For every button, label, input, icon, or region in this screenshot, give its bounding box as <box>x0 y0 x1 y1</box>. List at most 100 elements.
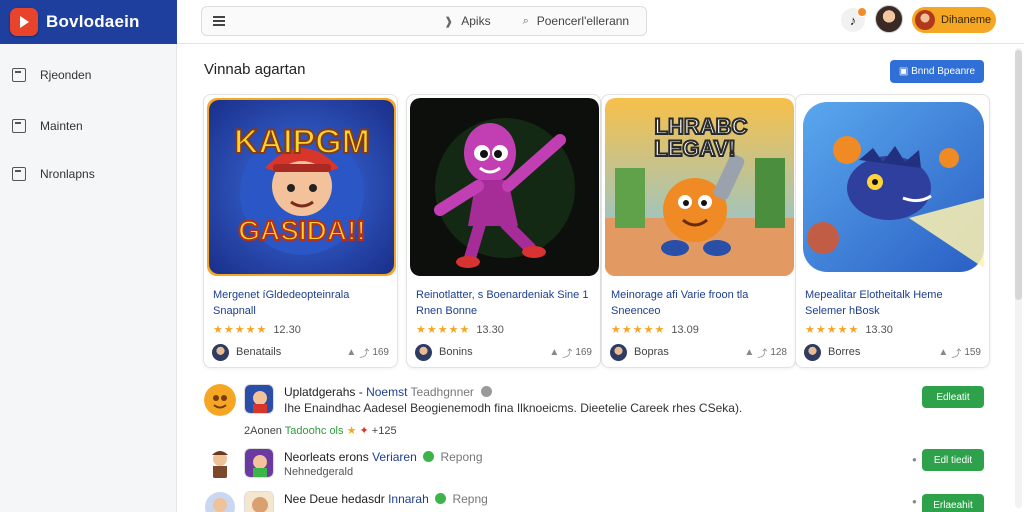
card-footer: Borres ▲ ⤴ 159 <box>804 343 981 361</box>
developer-name[interactable]: Borres <box>828 346 860 358</box>
game-art-image <box>410 98 599 276</box>
developer-name[interactable]: Bonins <box>439 346 473 358</box>
section-action-button[interactable]: ▣ Bnnd Bpeanre <box>890 60 984 83</box>
user-menu-button[interactable]: Dihaneme <box>912 7 996 33</box>
scrollbar[interactable] <box>1015 48 1022 508</box>
search-icon: ⌕ <box>522 14 529 27</box>
app-thumbnail <box>244 491 274 512</box>
download-count-value: 169 <box>575 346 592 358</box>
hamburger-menu-icon[interactable] <box>204 7 234 35</box>
card-footer: Bonins ▲ ⤴ 169 <box>415 343 592 361</box>
get-button[interactable]: Erlaeahit <box>922 494 984 512</box>
app-thumbnail <box>244 384 274 414</box>
list-item-subtitle: Nehnedgerald <box>284 466 354 478</box>
list-item-extra: Repng <box>452 492 488 506</box>
list-item-highlight[interactable]: Veriaren <box>372 450 417 464</box>
dot-icon: ● <box>912 497 917 506</box>
scrollbar-thumb[interactable] <box>1015 50 1022 300</box>
list-item-highlight[interactable]: Noemst <box>366 385 407 399</box>
search-filter-b[interactable]: ⌕ Poencerl'ellerann <box>523 14 630 28</box>
thumbs-up-icon: ▲ <box>744 346 755 358</box>
avatar[interactable] <box>875 5 903 33</box>
card-rating: ★★★★★ 13.30 <box>805 323 893 337</box>
notification-bell-icon[interactable]: ♪ <box>841 7 867 32</box>
list-item-description: Ihe Enaindhac Aadesel Beogienemodh fina … <box>284 401 743 415</box>
star-rating-icon: ★★★★★ <box>416 324 471 336</box>
download-count: ▲ ⤴ 169 <box>346 345 389 360</box>
game-art-image: KAIPGM GASIDA!! <box>207 98 396 276</box>
app-card[interactable]: Mepealitar Elotheitalk Heme Selemer hBos… <box>795 94 990 368</box>
star-rating-icon: ★★★★★ <box>611 324 666 336</box>
card-title[interactable]: Mepealitar Elotheitalk Heme Selemer hBos… <box>805 287 985 319</box>
square-icon <box>12 68 26 82</box>
sidebar-item-label: Mainten <box>40 119 83 133</box>
app-card[interactable]: Reinotlatter, s Boenardeniak Sine 1 Rnen… <box>406 94 601 368</box>
app-card[interactable]: KAIPGM GASIDA!! Mergenet íGldedeopteinra… <box>203 94 398 368</box>
get-button[interactable]: Edleatit <box>922 386 984 408</box>
card-rating: ★★★★★ 13.09 <box>611 323 699 337</box>
rating-value: 13.30 <box>865 323 893 336</box>
developer-name[interactable]: Benatails <box>236 346 281 358</box>
share-icon: ⤴ <box>757 348 768 360</box>
list-item-extra: Repong <box>440 450 483 464</box>
thumbs-up-icon: ▲ <box>549 346 560 358</box>
top-bar: ❱ Apiks ⌕ Poencerl'ellerann ♪ Dihaneme <box>177 0 1024 44</box>
search-filter-a[interactable]: ❱ Apiks <box>444 14 491 28</box>
app-card[interactable]: LHRABC LEGAV! Meinorage afi Varie froon … <box>601 94 796 368</box>
list-item-name: Uplatdgerahs - <box>284 385 363 399</box>
sidebar-item-1[interactable]: Rjeonden <box>12 65 91 85</box>
user-avatar <box>204 491 236 512</box>
bell-glyph: ♪ <box>849 12 857 28</box>
share-icon: ⤴ <box>951 348 962 360</box>
get-button[interactable]: Edl tiedit <box>922 449 984 471</box>
play-triangle-icon <box>10 8 38 36</box>
featured-cards: KAIPGM GASIDA!! Mergenet íGldedeopteinra… <box>203 94 990 370</box>
developer-avatar <box>610 343 627 361</box>
list-item-title[interactable]: Neorleats erons Veriaren Repong <box>284 450 483 464</box>
section-title: Vinnab agartan <box>204 61 306 78</box>
download-count: ▲ ⤴ 169 <box>549 345 592 360</box>
search-filter-a-label: Apiks <box>461 14 491 28</box>
list-item-title[interactable]: Uplatdgerahs - Noemst Teadhgnner <box>284 385 493 399</box>
meta-prefix: 2Aonen <box>244 425 282 437</box>
card-title[interactable]: Mergenet íGldedeopteinrala Snapnall <box>213 287 393 319</box>
sidebar-item-2[interactable]: Mainten <box>12 116 83 136</box>
card-rating: ★★★★★ 12.30 <box>213 323 301 337</box>
card-title[interactable]: Reinotlatter, s Boenardeniak Sine 1 Rnen… <box>416 287 596 319</box>
art-title-bottom: GASIDA!! <box>238 215 366 246</box>
list-item[interactable]: Uplatdgerahs - Noemst Teadhgnner Ihe Ena… <box>204 382 988 442</box>
search-bar[interactable]: ❱ Apiks ⌕ Poencerl'ellerann <box>201 6 647 36</box>
list-item-highlight[interactable]: Innarah <box>388 492 429 506</box>
download-count-value: 128 <box>770 346 787 358</box>
art-title-top: KAIPGM <box>234 123 370 161</box>
rating-value: 12.30 <box>273 323 301 336</box>
download-count-value: 159 <box>964 346 981 358</box>
card-footer: Bopras ▲ ⤴ 128 <box>610 343 787 361</box>
card-title[interactable]: Meinorage afi Varie froon tla Sneenceo <box>611 287 791 319</box>
briefcase-icon <box>12 119 26 133</box>
developer-avatar <box>415 343 432 361</box>
list-item[interactable]: Neorleats erons Veriaren Repong Nehnedge… <box>204 447 988 485</box>
list-item-name: Nee Deue hedasdr <box>284 492 385 506</box>
sidebar-item-3[interactable]: Nronlapns <box>12 164 95 184</box>
download-count-value: 169 <box>372 346 389 358</box>
user-menu-label: Dihaneme <box>941 14 992 26</box>
star-icon: ★ <box>346 425 357 437</box>
notification-badge <box>857 7 867 17</box>
list-item[interactable]: Nee Deue hedasdr Innarah Repng ● Erlaeah… <box>204 489 988 512</box>
info-icon <box>481 386 493 397</box>
app-thumbnail <box>244 448 274 478</box>
thumbs-up-icon: ▲ <box>938 346 949 358</box>
brand-header[interactable]: Bovlodaein <box>0 0 177 44</box>
list-item-extra: Teadhgnner <box>410 385 474 399</box>
developer-name[interactable]: Bopras <box>634 346 669 358</box>
list-item-title[interactable]: Nee Deue hedasdr Innarah Repng <box>284 492 488 506</box>
share-icon: ⤴ <box>359 348 370 360</box>
sidebar: Rjeonden Mainten Nronlapns <box>0 44 177 512</box>
rating-value: 13.09 <box>671 323 699 336</box>
verified-icon <box>423 451 435 462</box>
developer-avatar <box>804 343 821 361</box>
meta-green[interactable]: Tadoohc ols <box>285 425 344 437</box>
sidebar-item-label: Rjeonden <box>40 68 92 82</box>
card-footer: Benatails ▲ ⤴ 169 <box>212 343 389 361</box>
